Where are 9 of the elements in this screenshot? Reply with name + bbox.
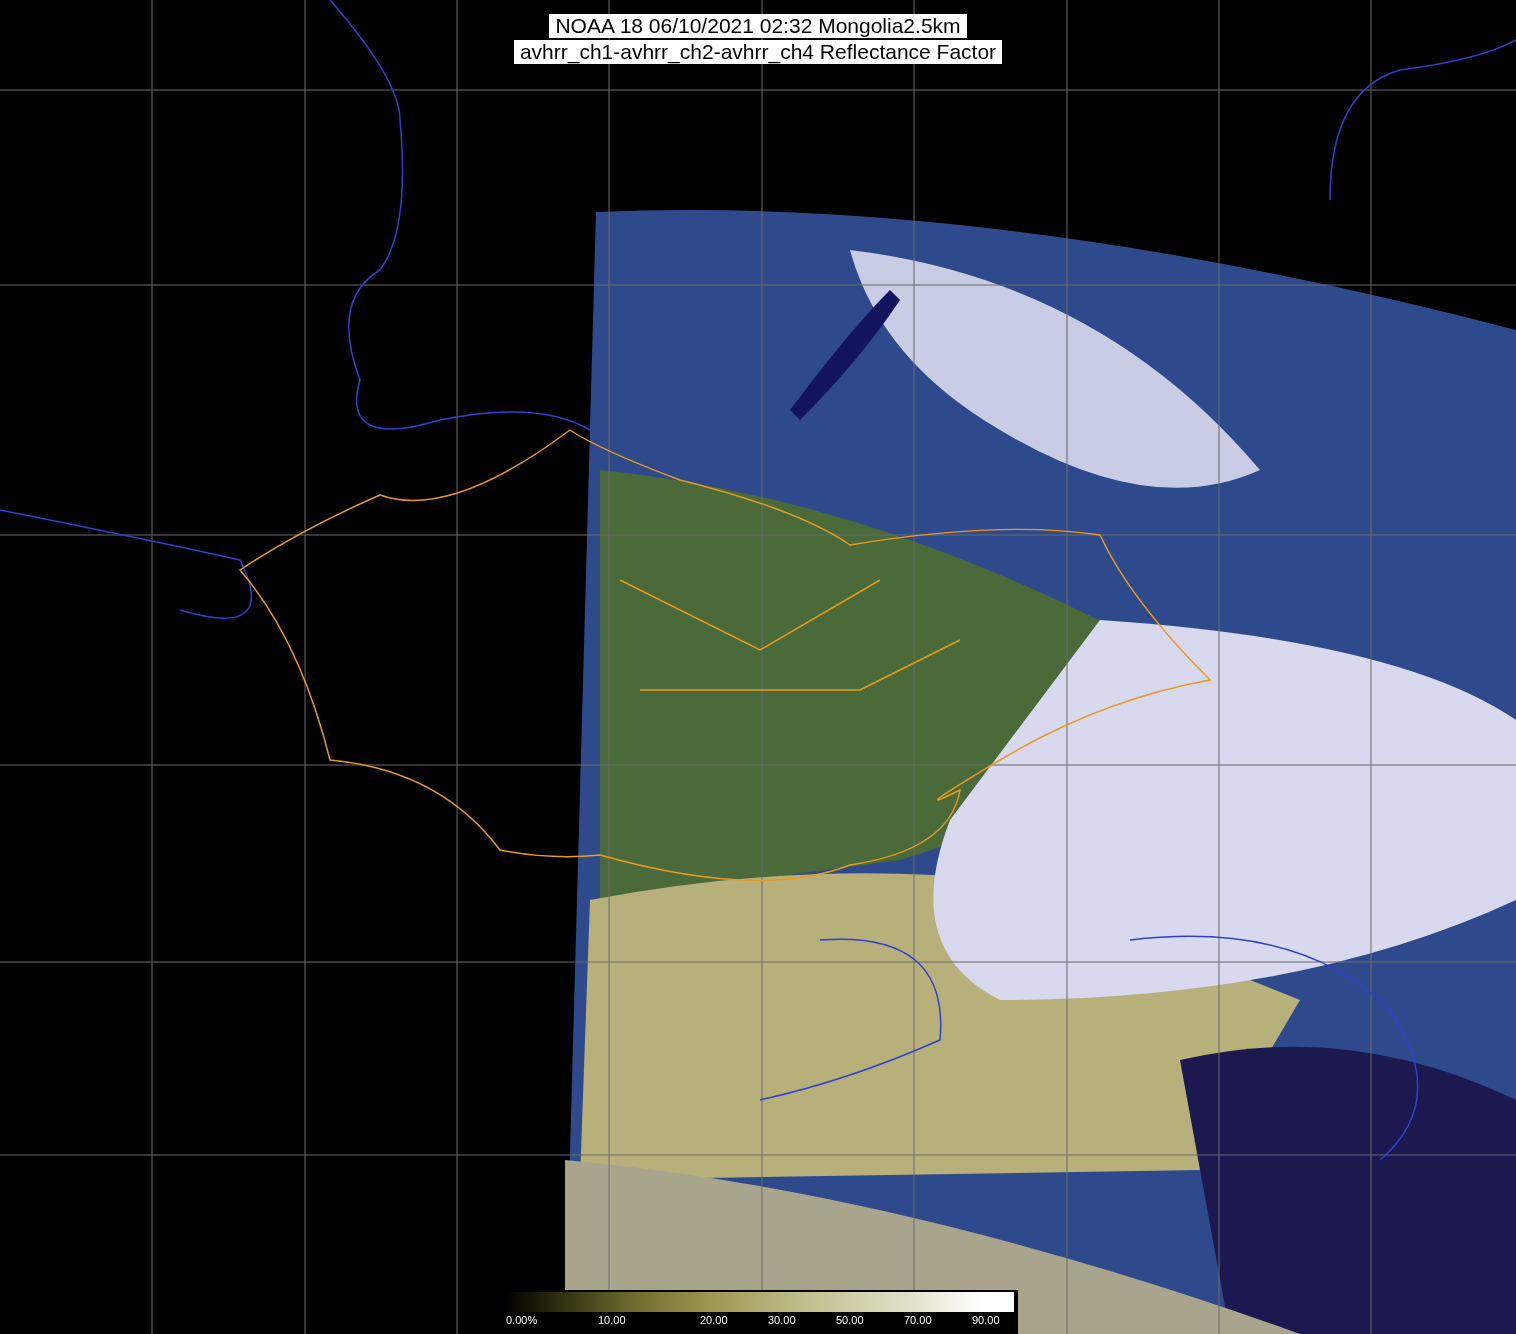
scale-label: 50.00	[836, 1313, 865, 1328]
scale-label: 10.00	[598, 1313, 627, 1328]
scale-label: 90.00	[972, 1313, 1001, 1328]
scale-label: 0.00%	[506, 1313, 539, 1328]
map-title: NOAA 18 06/10/2021 02:32 Mongolia2.5km	[549, 14, 967, 38]
scale-label: 20.00	[700, 1313, 729, 1328]
scale-label: 30.00	[768, 1313, 797, 1328]
scale-label: 70.00	[904, 1313, 933, 1328]
map-title: avhrr_ch1-avhrr_ch2-avhrr_ch4 Reflectance Factor	[513, 40, 1003, 64]
